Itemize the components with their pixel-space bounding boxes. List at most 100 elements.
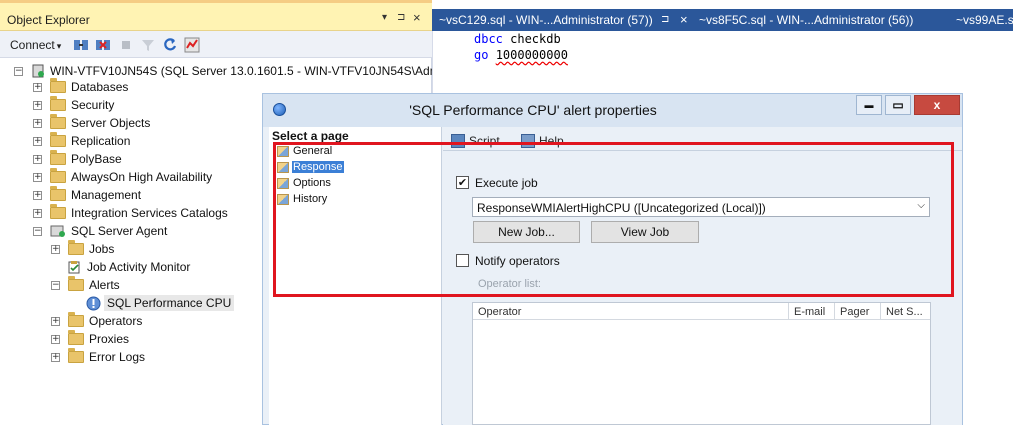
tree-item-jobs[interactable]: + Jobs — [51, 240, 114, 258]
code-keyword: dbcc — [474, 32, 503, 46]
tree-item-sql-server-agent[interactable]: − SQL Server Agent — [33, 222, 167, 240]
tab-vs99ae[interactable]: ~vs99AE.sc — [956, 13, 1013, 29]
view-job-button[interactable]: View Job — [591, 221, 699, 243]
expand-icon[interactable]: + — [33, 190, 42, 200]
tree-item-label: Alerts — [89, 278, 120, 292]
tree-item-label: Jobs — [89, 242, 115, 256]
connect-button[interactable]: Connect — [10, 38, 61, 52]
expand-icon[interactable]: + — [33, 100, 42, 110]
connect-object-explorer-icon[interactable] — [73, 37, 89, 53]
server-node-label: WIN-VTFV10JN54S (SQL Server 13.0.1601.5 … — [50, 64, 458, 78]
job-name-select[interactable]: ResponseWMIAlertHighCPU ([Uncategorized … — [472, 197, 930, 217]
tree-item-label: Operators — [89, 314, 143, 328]
new-job-button[interactable]: New Job... — [473, 221, 580, 243]
folder-icon — [68, 312, 84, 327]
dialog-title: 'SQL Performance CPU' alert properties — [409, 102, 657, 118]
filter-icon[interactable] — [140, 37, 156, 53]
tree-item-databases[interactable]: + Databases — [33, 78, 128, 96]
page-options[interactable]: Options — [277, 176, 332, 190]
select-page-header: Select a page — [272, 129, 349, 143]
operator-list-label: Operator list: — [478, 278, 541, 290]
chevron-down-icon[interactable]: ⌵ — [917, 200, 925, 211]
page-label: Response — [292, 161, 344, 173]
tree-item-integration-services[interactable]: + Integration Services Catalogs — [33, 204, 228, 222]
column-header-email[interactable]: E-mail — [789, 303, 835, 320]
notify-operators-checkbox[interactable] — [456, 254, 469, 267]
tab-vs8f5c[interactable]: ~vs8F5C.sql - WIN-...Administrator (56)) — [699, 13, 913, 29]
execute-job-checkbox[interactable]: ✔ — [456, 176, 469, 189]
folder-icon — [50, 186, 66, 201]
tree-item-polybase[interactable]: + PolyBase — [33, 150, 122, 168]
object-explorer-toolbar: Connect — [0, 31, 432, 58]
folder-icon — [50, 168, 66, 183]
help-button[interactable]: Help — [521, 134, 564, 148]
tree-item-sql-performance-cpu[interactable]: SQL Performance CPU — [86, 294, 235, 312]
collapse-icon[interactable]: − — [51, 280, 60, 290]
column-header-operator[interactable]: Operator — [473, 303, 789, 320]
tree-item-alerts[interactable]: − Alerts — [51, 276, 120, 294]
tree-item-label: Replication — [71, 134, 131, 148]
tree-item-label: PolyBase — [71, 152, 122, 166]
code-line-2: go 1000000000 — [474, 48, 568, 62]
expand-icon[interactable]: + — [33, 154, 42, 164]
expand-icon[interactable]: + — [33, 118, 42, 128]
collapse-icon[interactable]: − — [33, 226, 42, 236]
close-dialog-button[interactable]: x — [914, 95, 960, 115]
page-icon — [277, 161, 289, 173]
editor-tab-bar: ~vsC129.sql - WIN-...Administrator (57))… — [432, 9, 1013, 31]
maximize-button[interactable]: ▭ — [885, 95, 911, 115]
stop-icon[interactable] — [118, 37, 134, 53]
close-panel-icon[interactable]: × — [413, 10, 421, 25]
folder-icon — [50, 114, 66, 129]
page-response[interactable]: Response — [277, 160, 344, 174]
disconnect-icon[interactable] — [95, 37, 111, 53]
folder-icon — [68, 240, 84, 255]
help-label: Help — [539, 134, 564, 148]
expand-icon[interactable]: + — [51, 244, 60, 254]
expand-icon[interactable]: + — [33, 172, 42, 182]
expand-icon[interactable]: + — [33, 208, 42, 218]
column-header-net-send[interactable]: Net S... — [881, 303, 930, 320]
tree-item-replication[interactable]: + Replication — [33, 132, 130, 150]
tree-item-label: Job Activity Monitor — [87, 260, 191, 274]
expand-icon[interactable]: + — [51, 334, 60, 344]
tree-item-server-objects[interactable]: + Server Objects — [33, 114, 150, 132]
sql-agent-icon — [50, 225, 65, 237]
server-icon — [32, 64, 44, 78]
expand-icon[interactable]: + — [51, 352, 60, 362]
tree-item-security[interactable]: + Security — [33, 96, 114, 114]
code-keyword: go — [474, 48, 489, 62]
tab-vsc129[interactable]: ~vsC129.sql - WIN-...Administrator (57)) — [439, 13, 653, 29]
page-icon — [277, 145, 289, 157]
tree-item-label: AlwaysOn High Availability — [71, 170, 213, 184]
operator-grid[interactable]: Operator E-mail Pager Net S... — [472, 302, 931, 425]
script-button[interactable]: Script — [451, 134, 500, 148]
tree-item-management[interactable]: + Management — [33, 186, 141, 204]
minimize-button[interactable]: ▬ — [856, 95, 882, 115]
tree-item-error-logs[interactable]: + Error Logs — [51, 348, 145, 366]
close-tab-icon[interactable]: × — [680, 12, 688, 27]
tree-item-alwayson[interactable]: + AlwaysOn High Availability — [33, 168, 212, 186]
expand-icon[interactable]: + — [33, 136, 42, 146]
folder-icon — [50, 150, 66, 165]
refresh-icon[interactable] — [162, 37, 178, 53]
window-position-dropdown-icon[interactable]: ▾ — [382, 12, 387, 23]
folder-icon — [68, 330, 84, 345]
page-label: History — [293, 193, 328, 205]
page-general[interactable]: General — [277, 144, 333, 158]
page-label: Options — [293, 177, 331, 189]
page-history[interactable]: History — [277, 192, 328, 206]
tree-item-proxies[interactable]: + Proxies — [51, 330, 129, 348]
activity-monitor-icon[interactable] — [184, 37, 200, 53]
auto-hide-pin-icon[interactable]: ⊐ — [397, 12, 405, 23]
tree-item-operators[interactable]: + Operators — [51, 312, 142, 330]
column-header-pager[interactable]: Pager — [835, 303, 881, 320]
tree-item-job-activity-monitor[interactable]: Job Activity Monitor — [68, 258, 190, 276]
expand-icon[interactable]: + — [51, 316, 60, 326]
collapse-icon[interactable]: − — [14, 66, 23, 76]
expand-icon[interactable]: + — [33, 82, 42, 92]
pin-tab-icon[interactable]: ⊐ — [661, 14, 669, 25]
code-text: checkdb — [502, 32, 561, 46]
notify-operators-label: Notify operators — [475, 254, 560, 268]
folder-icon — [50, 96, 66, 111]
